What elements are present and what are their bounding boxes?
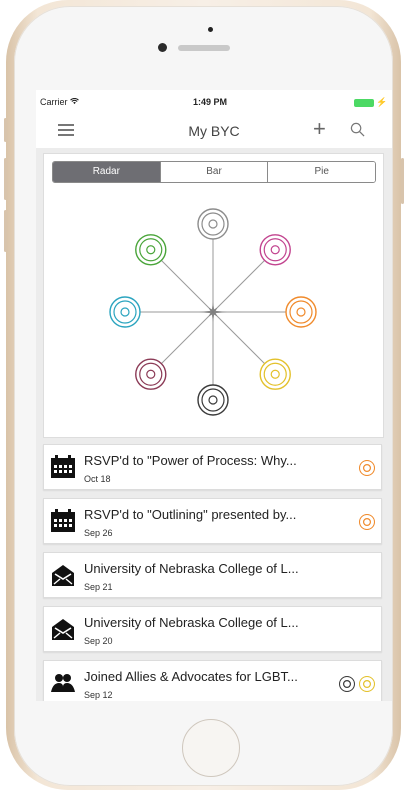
activity-feed: RSVP'd to "Power of Process: Why... Oct 1… [43,444,382,701]
scales-icon[interactable] [259,234,291,266]
feed-item[interactable]: University of Nebraska College of L... Se… [43,606,382,652]
category-badge-icon [339,676,355,692]
charging-icon: ⚡ [376,97,388,107]
chart-type-selector: Radar Bar Pie [52,161,376,183]
radar-spoke [212,260,265,313]
feed-item[interactable]: RSVP'd to "Outlining" presented by... Sep… [43,498,382,544]
calendar-icon [50,454,76,480]
tab-pie[interactable]: Pie [267,162,375,182]
battery-icon [354,99,374,107]
power-button [401,158,404,204]
feed-item-date: Oct 18 [84,474,111,484]
category-badge-icon [359,514,375,530]
feed-item-title: Joined Allies & Advocates for LGBT... [84,669,298,684]
page-title: My BYC [188,123,240,139]
document-icon[interactable] [285,296,317,328]
calendar-icon [50,508,76,534]
status-time: 1:49 PM [193,97,228,107]
envelope-icon [50,562,76,588]
chart-card: Radar Bar Pie [43,153,384,438]
nav-bar: My BYC + [36,112,392,148]
radar-spoke [161,311,214,364]
chat-bubbles-icon[interactable] [197,384,229,416]
feed-item-title: University of Nebraska College of L... [84,561,299,576]
carrier-label: Carrier [40,97,79,107]
venn-circles-icon[interactable] [135,358,167,390]
plus-icon[interactable]: + [313,118,326,140]
tab-bar[interactable]: Bar [159,162,268,182]
radar-spoke [161,260,214,313]
radar-data-shape [199,302,227,322]
front-camera [158,43,167,52]
search-icon[interactable] [350,122,365,137]
feed-item[interactable]: University of Nebraska College of L... Se… [43,552,382,598]
feed-item-title: RSVP'd to "Power of Process: Why... [84,453,297,468]
mute-switch [4,118,7,142]
volume-up-button [4,158,7,200]
feed-item-title: University of Nebraska College of L... [84,615,299,630]
feed-item[interactable]: RSVP'd to "Power of Process: Why... Oct 1… [43,444,382,490]
tab-radar[interactable]: Radar [53,162,160,182]
status-bar: Carrier 1:49 PM ⚡ [36,90,392,112]
home-button[interactable] [182,719,240,777]
feed-item-date: Sep 20 [84,636,113,646]
magnify-chart-icon[interactable] [109,296,141,328]
radar-chart [109,208,317,416]
app-screen: Carrier 1:49 PM ⚡ My BYC + Radar Bar Pie… [36,90,392,701]
feed-item-date: Sep 12 [84,690,113,700]
main-content: Radar Bar Pie RSVP'd to "Power of Proces… [36,148,392,701]
feed-item-title: RSVP'd to "Outlining" presented by... [84,507,297,522]
radar-spoke [212,311,265,364]
feed-item[interactable]: Joined Allies & Advocates for LGBT... Sep… [43,660,382,701]
earpiece-speaker [178,45,230,51]
proximity-sensor [208,27,213,32]
group-icon [50,670,76,696]
category-badge-icon [359,460,375,476]
envelope-icon [50,616,76,642]
gear-head-icon[interactable] [197,208,229,240]
wifi-icon [70,97,79,105]
recycle-icon[interactable] [135,234,167,266]
people-group-icon[interactable] [259,358,291,390]
feed-item-date: Sep 21 [84,582,113,592]
volume-down-button [4,210,7,252]
feed-item-date: Sep 26 [84,528,113,538]
category-badge-icon [359,676,375,692]
